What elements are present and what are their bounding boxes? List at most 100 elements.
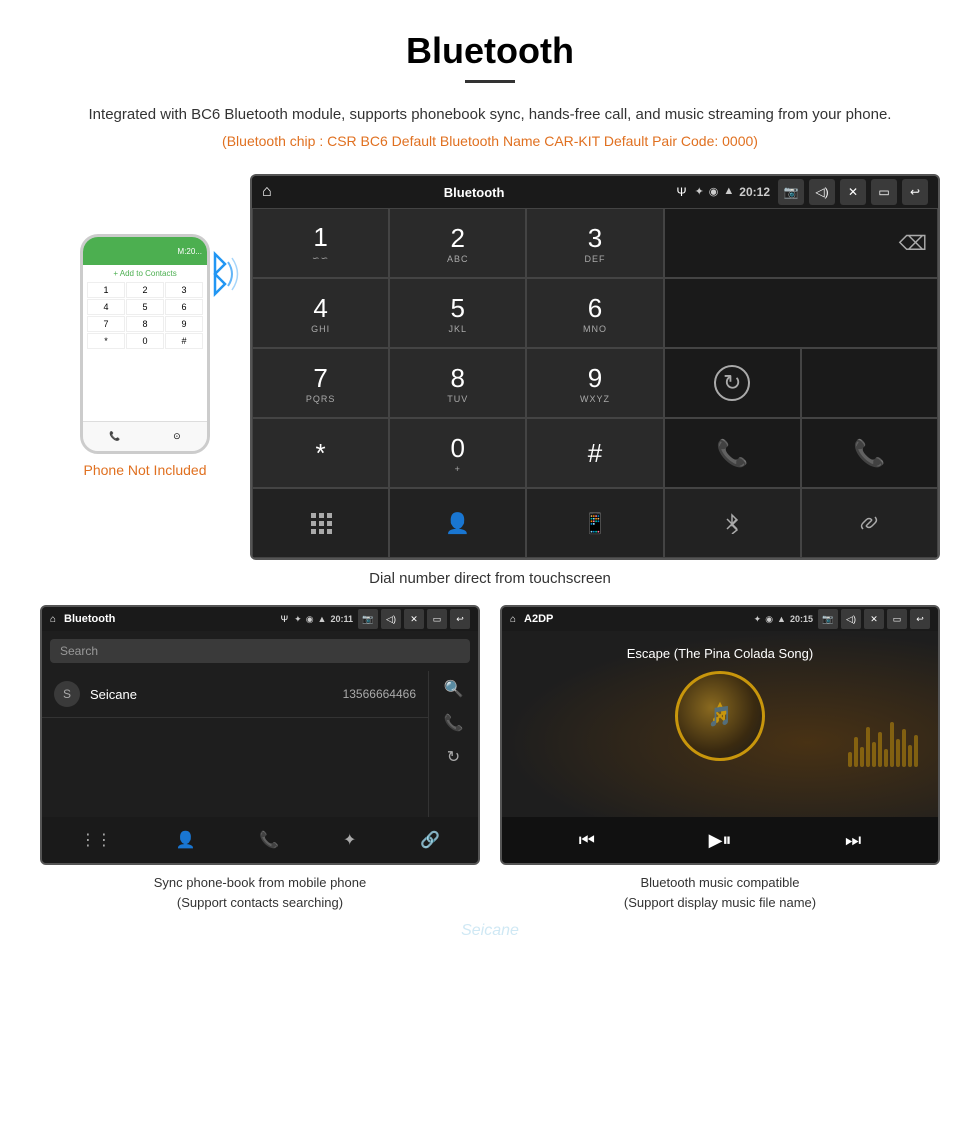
phone-key-star: * <box>87 333 125 349</box>
music-caption-line1: Bluetooth music compatible <box>641 875 800 890</box>
location-icon: ◉ <box>709 185 719 199</box>
mu-cam-btn[interactable]: 📷 <box>818 609 838 629</box>
mu-back-btn[interactable]: ↩ <box>910 609 930 629</box>
dial-key-5[interactable]: 5JKL <box>389 278 526 348</box>
next-track-btn[interactable]: ⏭ <box>845 830 861 851</box>
camera-icon-btn[interactable]: 📷 <box>778 179 804 205</box>
music-status-bar: ⌂ A2DP ✦ ◉ ▲ 20:15 📷 ◁) ✕ ▭ ↩ <box>502 607 938 631</box>
search-sidebar-icon[interactable]: 🔍 <box>444 679 464 699</box>
mu-close-btn[interactable]: ✕ <box>864 609 884 629</box>
phonebook-search-bar[interactable]: Search <box>50 639 470 663</box>
home-icon[interactable]: ⌂ <box>262 183 272 201</box>
dialpad-icon-btn[interactable] <box>252 488 389 558</box>
dial-key-6[interactable]: 6MNO <box>526 278 663 348</box>
phonebook-caption-line2: (Support contacts searching) <box>177 895 343 910</box>
prev-track-btn[interactable]: ⏮ <box>579 830 595 851</box>
status-icons: ✦ ◉ ▲ 20:12 <box>695 185 770 199</box>
pb-link-icon[interactable]: 🔗 <box>420 830 440 850</box>
back-icon-btn[interactable]: ↩ <box>902 179 928 205</box>
phonebook-android-screen: ⌂ Bluetooth Ψ ✦ ◉ ▲ 20:11 📷 ◁) ✕ ▭ ↩ <box>40 605 480 865</box>
pb-win-btn[interactable]: ▭ <box>427 609 447 629</box>
phonebook-search-area: Search <box>42 631 478 671</box>
contact-phone: 13566664466 <box>343 687 416 701</box>
dial-key-7[interactable]: 7PQRS <box>252 348 389 418</box>
page-title: Bluetooth <box>40 30 940 72</box>
dial-key-1[interactable]: 1∽∽ <box>252 208 389 278</box>
dial-empty-2: ↻ <box>664 348 801 418</box>
refresh-sidebar-icon[interactable]: ↻ <box>447 747 460 767</box>
call-sidebar-icon[interactable]: 📞 <box>444 713 464 733</box>
dial-key-0[interactable]: 0+ <box>389 418 526 488</box>
music-album-art: 🎵 <box>675 671 765 761</box>
music-controls-bar: ⏮ ▶⏸ ⏭ <box>502 817 938 863</box>
music-song-title: Escape (The Pina Colada Song) <box>627 646 813 661</box>
phone-key-9: 9 <box>165 316 203 332</box>
bluetooth-signal-icon <box>190 244 240 309</box>
contacts-icon-btn[interactable]: 👤 <box>389 488 526 558</box>
link-icon-btn[interactable] <box>801 488 938 558</box>
bluetooth-icon-btn[interactable] <box>664 488 801 558</box>
main-status-bar: ⌂ Bluetooth Ψ ✦ ◉ ▲ 20:12 📷 ◁) ✕ ▭ ↩ <box>252 176 938 208</box>
dial-key-4[interactable]: 4GHI <box>252 278 389 348</box>
pb-bluetooth-icon[interactable]: ✦ <box>343 830 356 850</box>
phone-key-7: 7 <box>87 316 125 332</box>
pb-grid-icon[interactable]: ⋮⋮ <box>80 830 112 850</box>
signal-icon: ▲ <box>723 185 734 199</box>
status-time: 20:12 <box>739 185 770 199</box>
mu-vol-btn[interactable]: ◁) <box>841 609 861 629</box>
main-android-screen: ⌂ Bluetooth Ψ ✦ ◉ ▲ 20:12 📷 ◁) ✕ ▭ ↩ <box>250 174 940 560</box>
music-content-area: Escape (The Pina Colada Song) 🎵 <box>502 631 938 817</box>
dial-key-8[interactable]: 8TUV <box>389 348 526 418</box>
pb-back-btn[interactable]: ↩ <box>450 609 470 629</box>
pb-cam-btn[interactable]: 📷 <box>358 609 378 629</box>
bluetooth-status-icon: ✦ <box>695 185 704 199</box>
call-button[interactable]: 📞 <box>664 418 801 488</box>
dial-display-area: ⌫ <box>664 208 938 278</box>
phonebook-caption-line1: Sync phone-book from mobile phone <box>154 875 366 890</box>
music-screen-container: ⌂ A2DP ✦ ◉ ▲ 20:15 📷 ◁) ✕ ▭ ↩ <box>500 605 940 912</box>
mu-home-icon[interactable]: ⌂ <box>510 614 516 625</box>
phone-aside: M:20... + Add to Contacts 1 2 3 4 5 6 7 … <box>40 174 250 478</box>
phone-key-4: 4 <box>87 299 125 315</box>
mu-screen-title: A2DP <box>524 613 754 625</box>
dial-key-hash[interactable]: # <box>526 418 663 488</box>
phone-key-hash: # <box>165 333 203 349</box>
dial-key-3[interactable]: 3DEF <box>526 208 663 278</box>
mu-signal-icon: ▲ <box>777 614 786 625</box>
pb-phone-icon[interactable]: 📞 <box>259 830 279 850</box>
contact-list: S Seicane 13566664466 <box>42 671 428 817</box>
title-divider <box>465 80 515 83</box>
play-pause-btn[interactable]: ▶⏸ <box>709 830 732 851</box>
pb-close-btn[interactable]: ✕ <box>404 609 424 629</box>
phone-key-1: 1 <box>87 282 125 298</box>
usb-icon: Ψ <box>677 185 687 199</box>
close-icon-btn[interactable]: ✕ <box>840 179 866 205</box>
main-screen-title: Bluetooth <box>272 185 677 200</box>
dial-key-9[interactable]: 9WXYZ <box>526 348 663 418</box>
dial-empty-1 <box>664 278 938 348</box>
phonebook-screen-container: ⌂ Bluetooth Ψ ✦ ◉ ▲ 20:11 📷 ◁) ✕ ▭ ↩ <box>40 605 480 912</box>
pb-user-icon[interactable]: 👤 <box>176 830 196 850</box>
window-icon-btn[interactable]: ▭ <box>871 179 897 205</box>
description-text: Integrated with BC6 Bluetooth module, su… <box>40 103 940 127</box>
contact-item-seicane[interactable]: S Seicane 13566664466 <box>42 671 428 718</box>
music-equalizer <box>848 717 918 767</box>
pb-usb-icon: Ψ <box>281 614 289 624</box>
end-call-button[interactable]: 📞 <box>801 418 938 488</box>
pb-screen-title: Bluetooth <box>64 613 281 625</box>
pb-vol-btn[interactable]: ◁) <box>381 609 401 629</box>
mu-win-btn[interactable]: ▭ <box>887 609 907 629</box>
phone-icon-btn[interactable]: 📱 <box>526 488 663 558</box>
volume-icon-btn[interactable]: ◁) <box>809 179 835 205</box>
mu-loc-icon: ◉ <box>765 614 773 625</box>
phone-bottom-bar: 📞⊙ <box>83 421 207 451</box>
phone-key-0: 0 <box>126 333 164 349</box>
phone-top-bar: M:20... <box>83 237 207 265</box>
dial-key-star[interactable]: * <box>252 418 389 488</box>
phone-add-contacts-label: + Add to Contacts <box>87 269 203 278</box>
phonebook-status-bar: ⌂ Bluetooth Ψ ✦ ◉ ▲ 20:11 📷 ◁) ✕ ▭ ↩ <box>42 607 478 631</box>
dial-empty-3 <box>801 348 938 418</box>
pb-home-icon[interactable]: ⌂ <box>50 614 56 625</box>
dial-key-2[interactable]: 2ABC <box>389 208 526 278</box>
phone-key-8: 8 <box>126 316 164 332</box>
